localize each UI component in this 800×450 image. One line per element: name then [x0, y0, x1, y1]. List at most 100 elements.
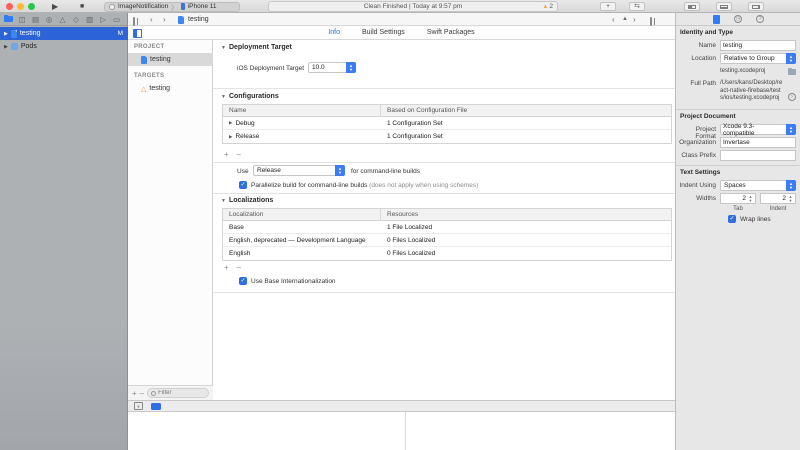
checkbox-checked-icon[interactable]: [239, 181, 247, 189]
project-format-select[interactable]: Xcode 9.3-compatible: [720, 124, 796, 135]
disclosure-triangle-icon[interactable]: [229, 120, 232, 126]
tab-info[interactable]: Info: [328, 29, 340, 36]
remove-localization-button[interactable]: [237, 263, 241, 272]
zoom-window-button[interactable]: [28, 3, 35, 10]
project-structure-toggle-icon[interactable]: [133, 29, 142, 38]
target-item[interactable]: testing: [128, 82, 213, 95]
jumpbar-file-name[interactable]: testing: [188, 13, 209, 26]
base-internationalization-row[interactable]: Use Base Internationalization: [239, 277, 336, 285]
warning-count: 2: [549, 3, 553, 10]
add-target-button[interactable]: [132, 389, 137, 398]
reveal-in-finder-icon[interactable]: [788, 93, 796, 101]
toggle-debug-area-button[interactable]: [716, 2, 732, 11]
debug-navigator-icon[interactable]: ▥: [85, 15, 94, 24]
search-navigator-icon[interactable]: ◎: [45, 15, 54, 24]
name-field[interactable]: testing: [720, 40, 796, 51]
filter-input[interactable]: [158, 390, 205, 396]
warning-icon: [542, 4, 548, 10]
console-scope-icon[interactable]: [151, 403, 161, 410]
file-inspector-icon[interactable]: [713, 15, 720, 24]
test-navigator-icon[interactable]: ◇: [72, 15, 81, 24]
class-prefix-field[interactable]: [720, 150, 796, 161]
warning-summary[interactable]: 2: [542, 3, 553, 10]
scheme-device: iPhone 11: [188, 3, 217, 10]
parallelize-checkbox-row[interactable]: Parallelize build for command-line build…: [239, 181, 478, 189]
activity-status: Clean Finished | Today at 9:57 pm 2: [268, 1, 558, 12]
history-inspector-icon[interactable]: ◷: [734, 15, 742, 23]
disclosure-triangle-icon[interactable]: [4, 44, 8, 50]
minimize-window-button[interactable]: [17, 3, 24, 10]
project-item-label: testing: [150, 56, 171, 63]
checkbox-checked-icon[interactable]: [239, 277, 247, 285]
navigator-tab-bar: ◫ ▤ ◎ △ ◇ ▥ ▷ ▭: [0, 13, 128, 26]
section-localizations[interactable]: Localizations: [221, 197, 273, 204]
next-issue-button[interactable]: [633, 13, 636, 26]
issue-navigator-icon[interactable]: △: [58, 15, 67, 24]
tab-width-stepper[interactable]: 2: [720, 193, 756, 204]
disclosure-down-icon[interactable]: [221, 94, 226, 100]
console-split-divider[interactable]: [405, 412, 406, 450]
breakpoint-navigator-icon[interactable]: ▷: [99, 15, 108, 24]
command-line-config-select[interactable]: Release: [253, 165, 345, 176]
nav-item-label: Pods: [21, 43, 37, 50]
checkbox-checked-icon[interactable]: [728, 215, 736, 223]
tab-caption: Tab: [720, 206, 756, 212]
table-row[interactable]: Base 1 File Localized: [223, 221, 671, 234]
report-navigator-icon[interactable]: ▭: [112, 15, 121, 24]
run-button[interactable]: [52, 0, 58, 13]
column-resources: Resources: [381, 209, 671, 220]
disclosure-triangle-icon[interactable]: [4, 31, 8, 37]
ios-deployment-target-select[interactable]: 10.0: [308, 62, 356, 73]
project-item[interactable]: testing: [128, 53, 213, 66]
wrap-lines-row[interactable]: Wrap lines: [728, 215, 771, 223]
organization-field[interactable]: Invertase: [720, 137, 796, 148]
adjust-editor-icon[interactable]: [650, 17, 652, 26]
symbol-navigator-icon[interactable]: ▤: [31, 15, 40, 24]
nav-item-pods[interactable]: Pods: [0, 40, 128, 53]
section-deployment-target[interactable]: Deployment Target: [221, 44, 292, 51]
source-control-navigator-icon[interactable]: ◫: [18, 15, 27, 24]
debug-bar: [128, 400, 675, 412]
disclosure-down-icon[interactable]: [221, 198, 226, 204]
table-row[interactable]: English 0 Files Localized: [223, 247, 671, 260]
disclosure-triangle-icon[interactable]: [229, 134, 232, 140]
editor-options-button[interactable]: ⇆: [629, 2, 645, 11]
related-items-icon[interactable]: [133, 17, 135, 26]
remove-target-button[interactable]: [140, 389, 144, 398]
filter-field[interactable]: [147, 388, 209, 398]
stop-button[interactable]: [80, 0, 84, 13]
project-document-title: Project Document: [680, 113, 736, 120]
close-window-button[interactable]: [6, 3, 13, 10]
add-localization-button[interactable]: [224, 263, 229, 272]
target-item-label: testing: [149, 85, 170, 92]
tab-build-settings[interactable]: Build Settings: [362, 29, 405, 36]
table-row[interactable]: English, deprecated — Development Langua…: [223, 234, 671, 247]
scheme-selector[interactable]: ImageNotification 〉 iPhone 11: [104, 2, 240, 12]
library-button[interactable]: +: [600, 2, 616, 11]
table-row[interactable]: Debug 1 Configuration Set: [223, 117, 671, 130]
warning-icon[interactable]: [622, 13, 628, 26]
location-select[interactable]: Relative to Group: [720, 53, 796, 64]
choose-location-folder-icon[interactable]: [788, 69, 796, 75]
remove-configuration-button[interactable]: [237, 150, 241, 159]
add-configuration-button[interactable]: [224, 150, 229, 159]
tab-swift-packages[interactable]: Swift Packages: [427, 29, 475, 36]
section-configurations[interactable]: Configurations: [221, 93, 279, 100]
organization-label: Organization: [676, 139, 716, 146]
hide-debug-area-icon[interactable]: [134, 402, 143, 410]
targets-group-header: TARGETS: [134, 73, 164, 79]
table-row[interactable]: Release 1 Configuration Set: [223, 130, 671, 143]
toggle-navigator-button[interactable]: [684, 2, 700, 11]
disclosure-down-icon[interactable]: [221, 45, 226, 51]
indent-width-stepper[interactable]: 2: [760, 193, 796, 204]
nav-item-testing[interactable]: testing M: [0, 27, 128, 40]
back-button[interactable]: [150, 13, 153, 26]
previous-issue-button[interactable]: [612, 13, 615, 26]
quick-help-inspector-icon[interactable]: ?: [756, 15, 764, 23]
toggle-inspector-button[interactable]: [748, 2, 764, 11]
identity-and-type-title: Identity and Type: [680, 29, 733, 36]
indent-using-select[interactable]: Spaces: [720, 180, 796, 191]
project-navigator-icon[interactable]: [4, 16, 13, 22]
forward-button[interactable]: [163, 13, 166, 26]
dropdown-arrows-icon: [346, 62, 356, 73]
